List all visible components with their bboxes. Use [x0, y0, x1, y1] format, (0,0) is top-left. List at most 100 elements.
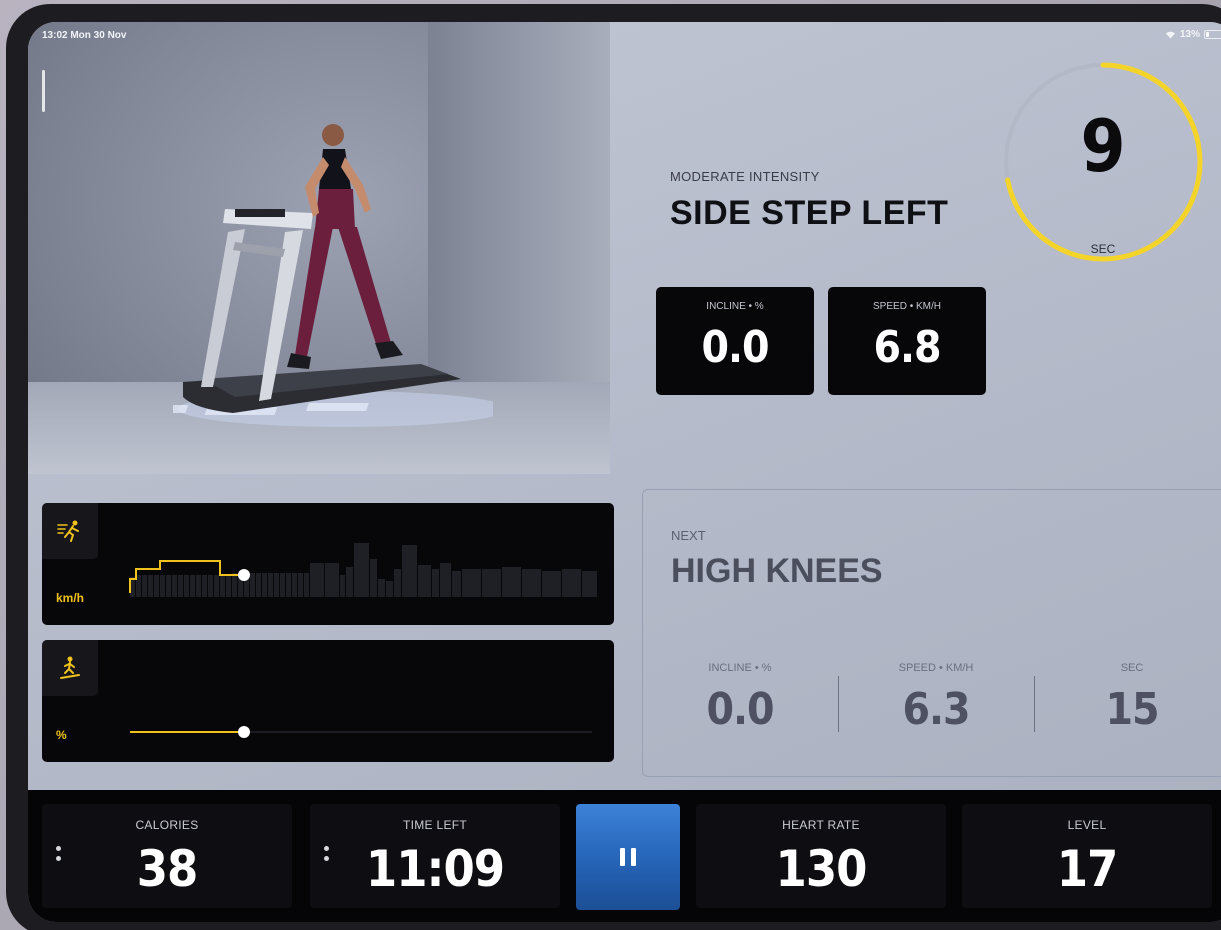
speed-profile-bar	[502, 567, 521, 597]
calories-card[interactable]: CALORIES 38	[42, 804, 292, 908]
speed-profile-bar	[202, 575, 207, 597]
heart-rate-card: HEART RATE 130	[696, 804, 946, 908]
speed-profile-bar	[370, 559, 377, 597]
speed-profile-bar	[582, 571, 597, 597]
speed-profile-bar	[562, 569, 581, 597]
time-left-card[interactable]: TIME LEFT 11:09	[310, 804, 560, 908]
speed-profile-bar	[268, 573, 273, 597]
speed-profile-bar	[292, 573, 297, 597]
speed-profile-bar	[196, 575, 201, 597]
next-incline: INCLINE • % 0.0	[645, 662, 835, 735]
intensity-label: MODERATE INTENSITY	[670, 169, 820, 184]
speed-unit: km/h	[56, 591, 85, 605]
speed-profile-bar	[280, 573, 285, 597]
speed-label: SPEED • KM/H	[873, 301, 941, 312]
incline-value: 0.0	[701, 322, 769, 373]
more-dots-icon[interactable]	[56, 846, 62, 868]
speed-profile-bar	[298, 573, 303, 597]
heart-rate-label: HEART RATE	[782, 818, 860, 832]
next-speed-value: 6.3	[902, 684, 970, 735]
next-duration-label: SEC	[1120, 662, 1144, 674]
speed-profile-bar	[220, 575, 225, 597]
next-incline-value: 0.0	[706, 684, 774, 735]
incline-walker-icon	[42, 640, 98, 696]
next-speed-label: SPEED • KM/H	[898, 662, 974, 674]
level-label: LEVEL	[1067, 818, 1107, 832]
incline-label: INCLINE • %	[706, 301, 764, 312]
speed-profile-chart: km/h	[42, 503, 614, 625]
speed-profile-bar	[214, 575, 219, 597]
battery-icon	[1204, 30, 1221, 39]
speed-profile-bar	[166, 575, 171, 597]
timer-value: 9	[1080, 104, 1126, 188]
next-label: NEXT	[671, 528, 706, 543]
speed-profile-bar	[226, 575, 231, 597]
speed-profile-bar	[402, 545, 417, 597]
speed-profile-bar	[172, 575, 177, 597]
next-incline-label: INCLINE • %	[708, 662, 772, 674]
speed-profile-bar	[184, 575, 189, 597]
speed-profile-bar	[432, 569, 439, 597]
speed-current-marker	[238, 569, 250, 581]
interval-timer: 9 SEC	[1003, 62, 1203, 262]
speed-profile-bar	[462, 569, 481, 597]
tablet-frame: 13:02 Mon 30 Nov 13% MODERATE INTENSITY …	[6, 4, 1221, 930]
next-speed: SPEED • KM/H 6.3	[841, 662, 1031, 735]
speed-profile-bar	[304, 573, 309, 597]
next-exercise-card: NEXT HIGH KNEES INCLINE • % 0.0 SPEED • …	[642, 489, 1221, 777]
speed-profile-bar	[286, 573, 291, 597]
speed-profile-bar	[522, 569, 541, 597]
speed-profile-bar	[340, 575, 345, 597]
level-card: LEVEL 17	[962, 804, 1212, 908]
time-left-value: 11:09	[365, 840, 505, 898]
next-duration: SEC 15	[1037, 662, 1221, 735]
speed-value: 6.8	[873, 322, 941, 373]
speed-profile-bar	[148, 575, 153, 597]
next-divider	[1034, 676, 1035, 732]
speed-profile-bar	[256, 573, 261, 597]
speed-profile-bar	[232, 573, 237, 597]
speed-profile-bar	[354, 543, 369, 597]
speed-profile-bar	[482, 569, 501, 597]
incline-current-marker	[238, 726, 250, 738]
speed-profile-bar	[262, 573, 267, 597]
incline-unit: %	[56, 728, 67, 742]
speed-profile-bar	[394, 569, 401, 597]
pause-button[interactable]	[576, 804, 680, 910]
speed-profile-bar	[386, 581, 393, 597]
speed-profile-bar	[378, 579, 385, 597]
speed-profile-bar	[250, 573, 255, 597]
calories-label: CALORIES	[135, 818, 199, 832]
menu-handle[interactable]	[42, 70, 45, 112]
timer-unit: SEC	[1090, 242, 1116, 256]
calories-value: 38	[136, 840, 199, 898]
battery-percent: 13%	[1179, 29, 1200, 40]
more-dots-icon[interactable]	[324, 846, 330, 868]
speed-profile-bar	[142, 575, 147, 597]
runner-speed-icon	[42, 503, 98, 559]
current-exercise-title: SIDE STEP LEFT	[670, 194, 949, 232]
speed-profile-bar	[154, 575, 159, 597]
current-incline-card: INCLINE • % 0.0	[656, 287, 814, 395]
incline-profile-chart: %	[42, 640, 614, 762]
speed-profile-bar	[208, 575, 213, 597]
speed-profile-bar	[452, 571, 461, 597]
status-time: 13:02 Mon 30 Nov	[42, 30, 127, 41]
speed-profile-bar	[178, 575, 183, 597]
speed-profile-bar	[190, 575, 195, 597]
level-value: 17	[1056, 840, 1119, 898]
current-speed-card: SPEED • KM/H 6.8	[828, 287, 986, 395]
speed-profile-bar	[274, 573, 279, 597]
time-left-label: TIME LEFT	[402, 818, 468, 832]
speed-profile-bar	[310, 563, 324, 597]
speed-profile-bar	[542, 571, 561, 597]
status-right: 13%	[1165, 29, 1221, 40]
speed-profile-bar	[418, 565, 431, 597]
next-divider	[838, 676, 839, 732]
bottom-stats-bar: CALORIES 38 TIME LEFT 11:09 HEART RATE 1…	[28, 790, 1221, 922]
heart-rate-value: 130	[775, 840, 868, 898]
workout-video[interactable]	[28, 22, 610, 474]
speed-profile-bar	[346, 567, 353, 597]
speed-profile-bar	[160, 575, 165, 597]
wifi-icon	[1165, 30, 1176, 39]
